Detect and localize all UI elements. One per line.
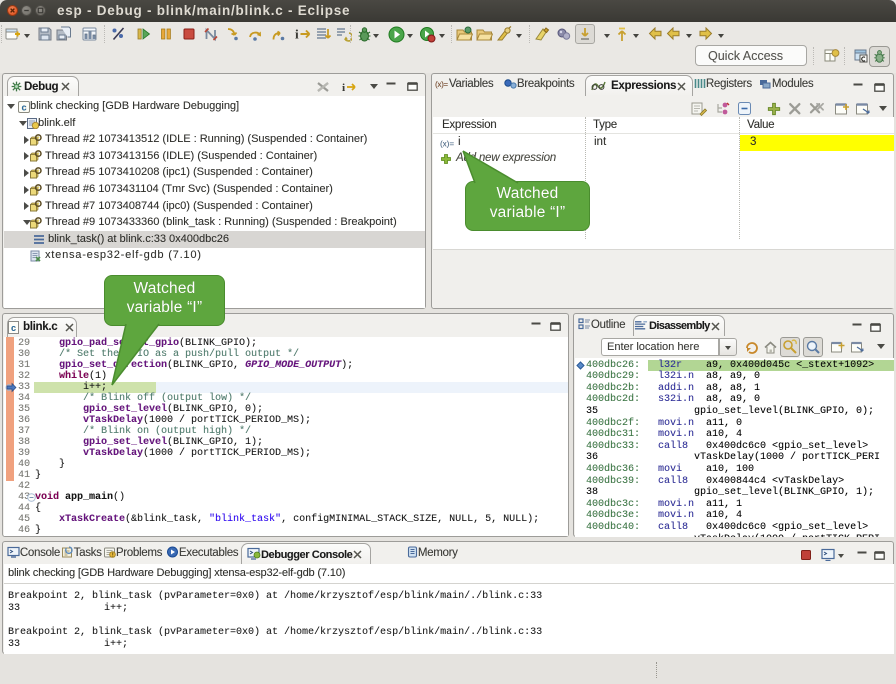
- svg-text:i: i: [295, 27, 299, 42]
- svg-text:i: i: [342, 82, 345, 94]
- svg-text:c: c: [21, 102, 26, 112]
- svg-text:c: c: [11, 323, 16, 333]
- svg-text:(x)=: (x)=: [440, 140, 454, 149]
- svg-text:!: !: [112, 553, 114, 559]
- svg-text:(x)=: (x)=: [435, 80, 448, 89]
